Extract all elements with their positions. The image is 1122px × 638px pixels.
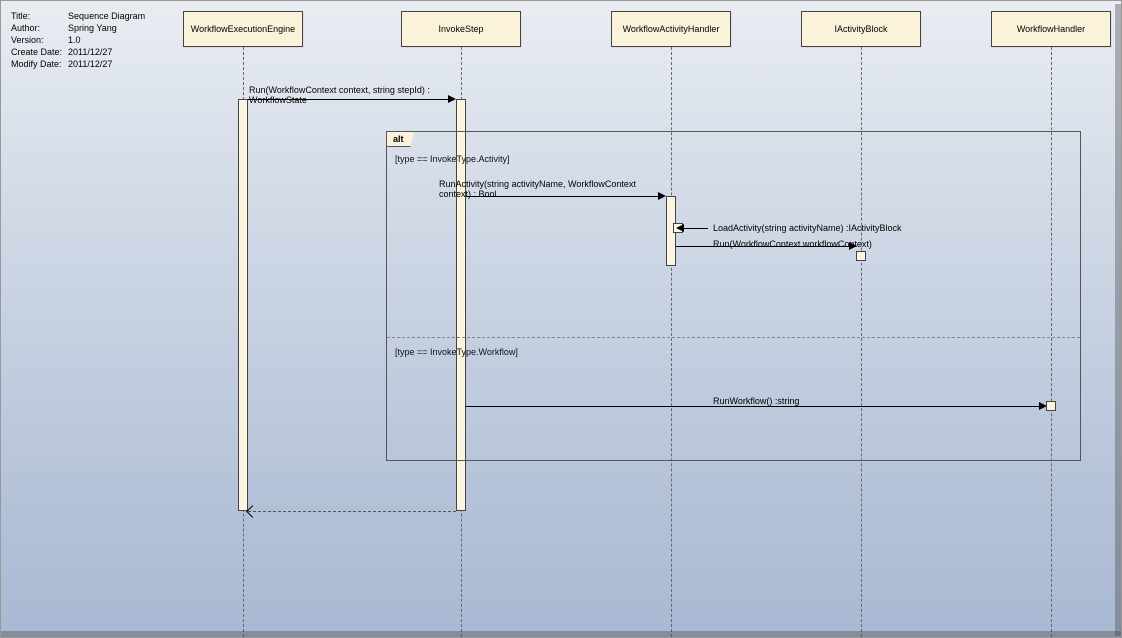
message-label-runworkflow: RunWorkflow() :string bbox=[713, 396, 799, 406]
meta-author-value: Spring Yang bbox=[68, 23, 151, 35]
lifeline-label: WorkflowActivityHandler bbox=[623, 24, 720, 34]
meta-author-label: Author bbox=[11, 23, 68, 35]
meta-create-value: 2011/12/27 bbox=[68, 47, 151, 59]
arrow-line bbox=[466, 196, 663, 197]
lifeline-head-workflowactivityhandler: WorkflowActivityHandler bbox=[611, 11, 731, 47]
meta-create-label: Create Date bbox=[11, 47, 68, 59]
alt-divider bbox=[387, 337, 1080, 338]
meta-version-value: 1.0 bbox=[68, 35, 151, 47]
activation-bar bbox=[238, 99, 248, 511]
lifeline-label: WorkflowHandler bbox=[1017, 24, 1085, 34]
page-shadow-right bbox=[1115, 4, 1121, 636]
message-label-run: Run(WorkflowContext context, string step… bbox=[249, 85, 449, 105]
lifeline-head-invokestep: InvokeStep bbox=[401, 11, 521, 47]
arrow-line bbox=[684, 228, 708, 229]
lifeline-head-iactivityblock: IActivityBlock bbox=[801, 11, 921, 47]
arrow-line bbox=[466, 406, 1044, 407]
lifeline-label: IActivityBlock bbox=[834, 24, 887, 34]
lifeline-label: InvokeStep bbox=[438, 24, 483, 34]
arrow-head-icon bbox=[658, 192, 666, 200]
page-shadow-bottom bbox=[1, 631, 1121, 637]
arrow-head-icon bbox=[448, 95, 456, 103]
execution-occurrence bbox=[856, 251, 866, 261]
diagram-metadata: Title Sequence Diagram Author Spring Yan… bbox=[11, 11, 151, 71]
lifeline-head-workflowhandler: WorkflowHandler bbox=[991, 11, 1111, 47]
guard-condition-1: [type == InvokeType.Activity] bbox=[395, 154, 510, 164]
message-label-loadactivity: LoadActivity(string activityName) :IActi… bbox=[713, 223, 902, 233]
meta-title-value: Sequence Diagram bbox=[68, 11, 151, 23]
meta-title-label: Title bbox=[11, 11, 68, 23]
arrow-head-icon bbox=[676, 224, 684, 232]
arrow-line bbox=[248, 99, 453, 100]
lifeline-head-workflowexecutionengine: WorkflowExecutionEngine bbox=[183, 11, 303, 47]
message-label-run-context: Run(WorkflowContext workflowContext) bbox=[713, 239, 872, 249]
meta-version-label: Version bbox=[11, 35, 68, 47]
lifeline-label: WorkflowExecutionEngine bbox=[191, 24, 295, 34]
alt-operator-label: alt bbox=[386, 131, 415, 147]
return-arrow-line bbox=[248, 511, 456, 512]
guard-condition-2: [type == InvokeType.Workflow] bbox=[395, 347, 518, 357]
meta-modify-label: Modify Date bbox=[11, 59, 68, 71]
execution-occurrence bbox=[1046, 401, 1056, 411]
return-arrow-head-icon bbox=[246, 505, 259, 518]
meta-modify-value: 2011/12/27 bbox=[68, 59, 151, 71]
sequence-diagram-canvas: Title Sequence Diagram Author Spring Yan… bbox=[0, 0, 1122, 638]
